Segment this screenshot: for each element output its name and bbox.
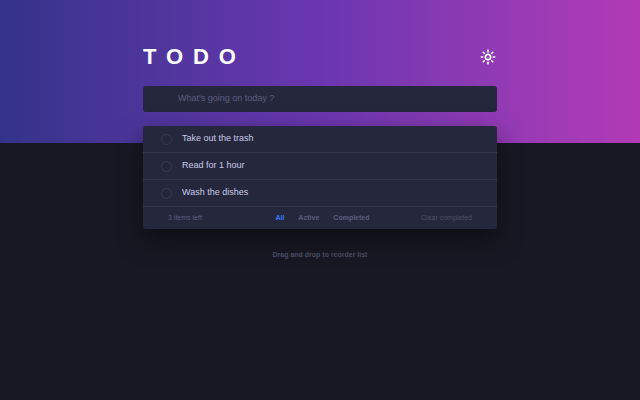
todo-item[interactable]: Read for 1 hour (143, 153, 497, 180)
todo-text: Wash the dishes (182, 186, 248, 200)
todo-item[interactable]: Wash the dishes (143, 180, 497, 207)
app-title: TODO (143, 46, 246, 68)
filter-button[interactable]: All (275, 213, 284, 224)
todo-checkbox[interactable] (161, 188, 172, 199)
sun-icon (480, 49, 496, 65)
drag-hint: Drag and drop to reorder list (273, 250, 368, 261)
todo-item[interactable]: Take out the trash (143, 126, 497, 153)
clear-completed-button[interactable]: Clear completed (421, 213, 472, 224)
theme-toggle[interactable] (479, 48, 497, 66)
todo-text: Read for 1 hour (182, 159, 245, 173)
filter-button[interactable]: Active (298, 213, 319, 224)
todo-checkbox[interactable] (161, 134, 172, 145)
items-left: 3 items left (168, 213, 202, 224)
todo-checkbox[interactable] (161, 161, 172, 172)
filter-group: All Active Completed (275, 213, 369, 224)
header-banner: TODO (0, 0, 640, 143)
list-footer: 3 items left All Active Completed Clear comp… (143, 207, 497, 229)
todo-list: Take out the trash Read for 1 hour Wash th… (143, 126, 497, 229)
title-row: TODO (143, 44, 497, 70)
new-todo-input[interactable] (178, 92, 487, 106)
new-todo-field[interactable] (143, 86, 497, 112)
todo-text: Take out the trash (182, 132, 254, 146)
todo-app: TODO Take out the trash Read for 1 hour Was… (0, 0, 640, 400)
filter-button[interactable]: Completed (333, 213, 369, 224)
